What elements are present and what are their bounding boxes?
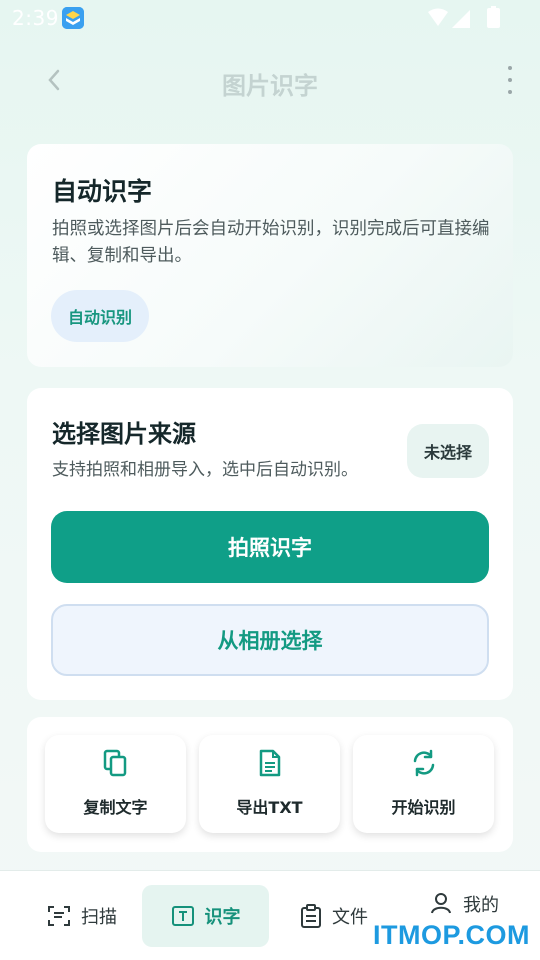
scan-icon [48,906,70,926]
nav-label-profile: 我的 [463,895,499,916]
nav-item-files[interactable]: 文件 [284,885,384,947]
battery-icon [487,6,500,28]
export-txt-button[interactable]: 导出TXT [199,735,340,833]
image-source-card: 选择图片来源 支持拍照和相册导入，选中后自动识别。 未选择 拍照识字 从相册选择 [27,388,513,700]
auto-card-title: 自动识字 [52,177,153,206]
auto-card-description: 拍照或选择图片后会自动开始识别，识别完成后可直接编辑、复制和导出。 [52,219,490,266]
export-txt-label: 导出TXT [236,798,303,817]
refresh-icon [413,749,434,777]
more-menu-button[interactable] [498,62,522,98]
source-card-title: 选择图片来源 [52,420,196,448]
copy-text-button[interactable]: 复制文字 [45,735,186,833]
user-icon [431,893,451,914]
start-recognize-label: 开始识别 [391,798,456,817]
nav-label-scan: 扫描 [81,907,117,928]
nav-label-files: 文件 [332,907,368,928]
auto-recognize-card: 自动识字 拍照或选择图片后会自动开始识别，识别完成后可直接编辑、复制和导出。 自… [27,144,513,367]
signal-icon [428,8,470,28]
source-card-description: 支持拍照和相册导入，选中后自动识别。 [52,460,358,480]
status-bar: 2:39 [0,0,540,36]
copy-icon [103,749,126,777]
nav-label-recognize: 识字 [204,907,241,928]
app-notification-icon [62,7,84,29]
nav-item-scan[interactable]: 扫描 [24,885,140,947]
status-time: 2:39 [12,6,59,30]
start-recognize-button[interactable]: 开始识别 [353,735,494,833]
page-title: 图片识字 [222,72,318,100]
file-text-icon [259,749,280,777]
selection-status-badge: 未选择 [407,424,489,478]
watermark-text: ITMOP.COM [372,920,530,950]
choose-from-album-button[interactable]: 从相册选择 [51,604,489,676]
app-header: 图片识字 [0,52,540,110]
auto-recognize-chip[interactable]: 自动识别 [51,290,149,342]
actions-card: 复制文字 导出TXT 开始识别 [27,717,513,852]
copy-text-label: 复制文字 [83,798,148,817]
text-recognize-icon [171,906,194,926]
take-photo-button[interactable]: 拍照识字 [51,511,489,583]
clipboard-icon [301,904,321,928]
more-vertical-icon [508,66,512,70]
nav-item-recognize[interactable]: 识字 [142,885,269,947]
